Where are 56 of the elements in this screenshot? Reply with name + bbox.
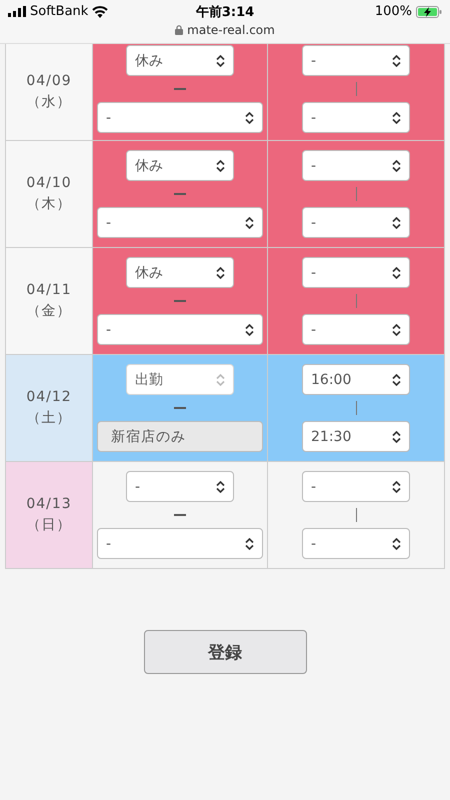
start-time-select[interactable]: - xyxy=(302,257,410,288)
shift-select[interactable]: - xyxy=(126,471,234,502)
updown-icon xyxy=(216,266,225,278)
weekday-text: （木） xyxy=(26,195,72,213)
updown-icon xyxy=(392,112,401,124)
end-time-select[interactable]: - xyxy=(302,207,410,238)
shift-select[interactable]: 休み xyxy=(126,257,234,288)
end-time-select[interactable]: - xyxy=(302,528,410,559)
start-time-select[interactable]: - xyxy=(302,150,410,181)
store-select[interactable]: - xyxy=(97,314,263,345)
weekday-text: （土） xyxy=(26,409,72,427)
updown-icon xyxy=(392,54,401,66)
store-select[interactable]: - xyxy=(97,102,263,133)
carrier-name: SoftBank xyxy=(30,4,88,19)
updown-icon xyxy=(392,374,401,386)
clock-time: 午前3:14 xyxy=(196,4,254,20)
lock-icon xyxy=(175,25,184,35)
battery-percent: 100% xyxy=(374,4,412,19)
updown-icon xyxy=(392,324,401,336)
weekday-text: （金） xyxy=(26,302,72,320)
wifi-icon xyxy=(92,6,108,18)
date-text: 04/11 xyxy=(26,282,72,298)
updown-icon xyxy=(216,374,225,386)
shift-select[interactable]: 休み xyxy=(126,150,234,181)
date-text: 04/09 xyxy=(26,73,72,89)
weekday-text: （日） xyxy=(26,516,72,534)
end-time-select[interactable]: - xyxy=(302,102,410,133)
shift-select[interactable]: 休み xyxy=(126,45,234,76)
date-text: 04/10 xyxy=(26,175,72,191)
store-select[interactable]: - xyxy=(97,207,263,238)
register-button[interactable]: 登録 xyxy=(144,630,306,674)
updown-icon xyxy=(392,480,401,492)
updown-icon xyxy=(216,54,225,66)
updown-icon xyxy=(392,266,401,278)
start-time-select[interactable]: 16:00 xyxy=(302,364,410,395)
signal-icon xyxy=(8,6,26,17)
start-time-select[interactable]: - xyxy=(302,45,410,76)
store-field: 新宿店のみ xyxy=(97,421,263,452)
updown-icon xyxy=(245,538,254,550)
weekday-text: （水） xyxy=(26,93,72,111)
updown-icon xyxy=(392,216,401,228)
store-select[interactable]: - xyxy=(97,528,263,559)
updown-icon xyxy=(245,216,254,228)
updown-icon xyxy=(392,538,401,550)
updown-icon xyxy=(245,324,254,336)
updown-icon xyxy=(216,160,225,172)
updown-icon xyxy=(245,112,254,124)
updown-icon xyxy=(392,430,401,442)
updown-icon xyxy=(216,480,225,492)
end-time-select[interactable]: - xyxy=(302,314,410,345)
updown-icon xyxy=(392,160,401,172)
date-text: 04/13 xyxy=(26,496,72,512)
page-url: mate-real.com xyxy=(187,23,275,37)
start-time-select[interactable]: - xyxy=(302,471,410,502)
date-text: 04/12 xyxy=(26,389,72,405)
end-time-select[interactable]: 21:30 xyxy=(302,421,410,452)
